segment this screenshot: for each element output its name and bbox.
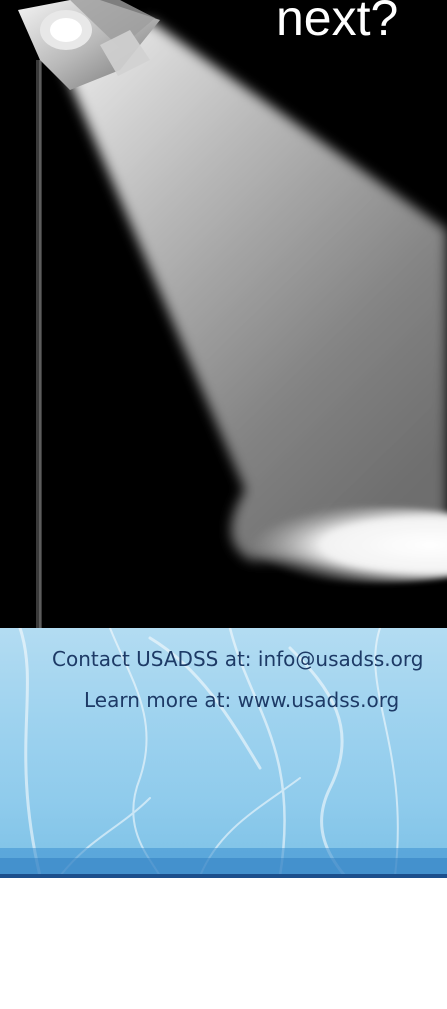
light-beam-icon bbox=[60, 20, 447, 560]
spotlight-illustration bbox=[18, 0, 447, 628]
spotlight-stage: next? bbox=[0, 0, 447, 628]
slide-headline: next? bbox=[276, 0, 399, 46]
website-link-text[interactable]: Learn more at: www.usadss.org bbox=[84, 687, 399, 713]
contact-email-text: Contact USADSS at: info@usadss.org bbox=[52, 647, 424, 671]
footer-divider bbox=[0, 874, 447, 878]
presentation-slide: next? Contact USADSS at: info@usadss.org… bbox=[0, 0, 447, 1009]
